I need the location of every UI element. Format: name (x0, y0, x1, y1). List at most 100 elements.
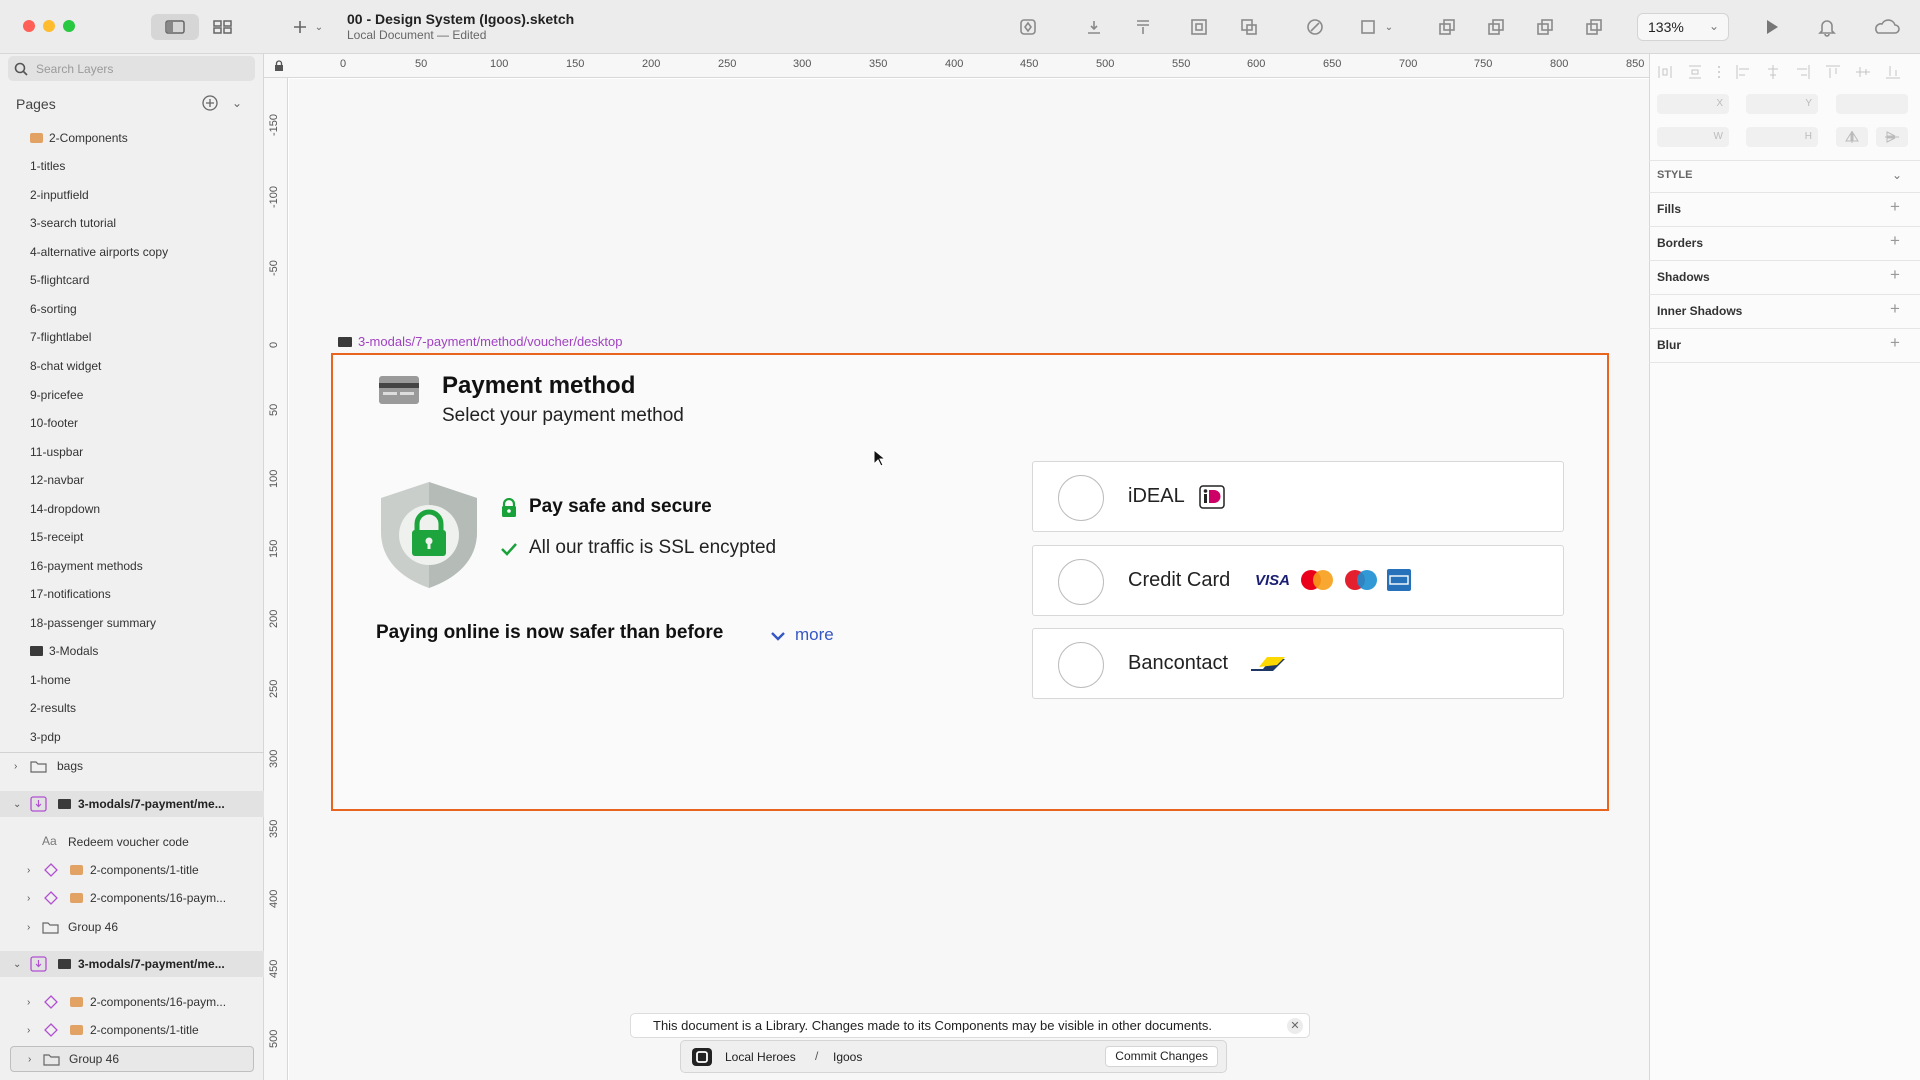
page-item[interactable]: 12-navbar (30, 470, 84, 490)
page-item[interactable]: 9-pricefee (30, 385, 83, 405)
chevron-down-icon[interactable]: ⌄ (13, 959, 21, 970)
radio-button[interactable] (1058, 475, 1104, 521)
subtract-button[interactable] (1483, 14, 1509, 40)
layer-row[interactable]: › 2-components/16-paym... (0, 885, 264, 911)
chevron-right-icon[interactable]: › (27, 997, 30, 1008)
align-top-icon[interactable] (1825, 64, 1841, 80)
add-shadow-icon[interactable]: + (1890, 265, 1900, 285)
close-window-button[interactable] (23, 20, 35, 32)
width-field[interactable]: W (1657, 127, 1729, 147)
radio-button[interactable] (1058, 559, 1104, 605)
rotation-field[interactable] (1836, 94, 1908, 114)
commit-changes-button[interactable]: Commit Changes (1105, 1046, 1218, 1067)
group-button[interactable] (1186, 14, 1212, 40)
inner-shadows-section[interactable]: Inner Shadows (1657, 304, 1742, 318)
page-item[interactable]: 3-search tutorial (30, 213, 116, 233)
page-item[interactable]: 16-payment methods (30, 556, 143, 576)
add-inner-shadow-icon[interactable]: + (1890, 299, 1900, 319)
more-options-icon[interactable] (1717, 64, 1721, 80)
sidebar-toggle-button[interactable] (151, 14, 199, 40)
project-name[interactable]: Igoos (833, 1050, 862, 1064)
add-blur-icon[interactable]: + (1890, 333, 1900, 353)
align-middle-icon[interactable] (1855, 64, 1871, 80)
layer-row[interactable]: ⌄ 3-modals/7-payment/me... (0, 951, 264, 977)
add-page-icon[interactable] (202, 95, 218, 111)
chevron-right-icon[interactable]: › (27, 893, 30, 904)
cloud-button[interactable] (1870, 14, 1902, 40)
layer-row[interactable]: › Group 46 (0, 914, 264, 940)
chevron-down-icon[interactable]: ⌄ (1892, 168, 1902, 182)
collapse-pages-icon[interactable]: ⌄ (232, 96, 242, 110)
page-item[interactable]: 14-dropdown (30, 499, 100, 519)
align-left-icon[interactable] (1735, 64, 1751, 80)
payment-option-ideal[interactable]: iDEAL (1032, 461, 1564, 532)
ungroup-button[interactable] (1236, 14, 1262, 40)
page-item[interactable]: 2-results (30, 698, 76, 718)
page-item[interactable]: 4-alternative airports copy (30, 242, 168, 262)
shadows-section[interactable]: Shadows (1657, 270, 1710, 284)
search-layers-input[interactable]: Search Layers (8, 56, 255, 81)
page-item[interactable]: 7-flightlabel (30, 327, 91, 347)
chevron-right-icon[interactable]: › (27, 922, 30, 933)
team-name[interactable]: Local Heroes (725, 1050, 796, 1064)
union-button[interactable] (1434, 14, 1460, 40)
transform-menu-button[interactable]: ⌄ (1382, 14, 1396, 40)
insert-button[interactable] (287, 14, 313, 40)
page-item[interactable]: 15-receipt (30, 527, 83, 547)
zoom-select[interactable]: 133% ⌄ (1637, 13, 1729, 41)
difference-button[interactable] (1581, 14, 1607, 40)
page-item[interactable]: 5-flightcard (30, 270, 89, 290)
payment-option-bancontact[interactable]: Bancontact (1032, 628, 1564, 699)
payment-option-credit-card[interactable]: Credit Card VISA (1032, 545, 1564, 616)
close-icon[interactable]: ✕ (1287, 1018, 1303, 1034)
radio-button[interactable] (1058, 642, 1104, 688)
insert-menu-button[interactable]: ⌄ (312, 14, 326, 40)
layer-row[interactable]: › bags (0, 753, 264, 779)
layer-row[interactable]: › 2-components/16-paym... (0, 989, 264, 1015)
more-link[interactable]: more (795, 625, 834, 645)
chevron-down-icon[interactable] (770, 629, 786, 644)
zoom-window-button[interactable] (63, 20, 75, 32)
align-bottom-icon[interactable] (1885, 64, 1901, 80)
chevron-right-icon[interactable]: › (27, 865, 30, 876)
page-item[interactable]: 3-pdp (30, 727, 61, 747)
transform-button[interactable] (1356, 14, 1382, 40)
blur-section[interactable]: Blur (1657, 338, 1681, 352)
artboard-label[interactable]: 3-modals/7-payment/method/voucher/deskto… (338, 334, 622, 349)
components-view-button[interactable] (199, 14, 247, 40)
intersect-button[interactable] (1532, 14, 1558, 40)
minimize-window-button[interactable] (43, 20, 55, 32)
page-item[interactable]: 18-passenger summary (30, 613, 156, 633)
align-right-icon[interactable] (1795, 64, 1811, 80)
flip-vertical-button[interactable] (1876, 127, 1908, 147)
preview-button[interactable] (1758, 14, 1784, 40)
page-item[interactable]: 10-footer (30, 413, 78, 433)
height-field[interactable]: H (1746, 127, 1818, 147)
borders-section[interactable]: Borders (1657, 236, 1703, 250)
x-position-field[interactable]: X (1657, 94, 1729, 114)
layer-row[interactable]: › 2-components/1-title (0, 857, 264, 883)
layer-row[interactable]: ⌄ 3-modals/7-payment/me... (0, 791, 264, 817)
page-item[interactable]: 6-sorting (30, 299, 77, 319)
distribute-vertical-icon[interactable] (1687, 64, 1703, 80)
layer-row[interactable]: › Group 46 (10, 1046, 254, 1072)
distribute-horizontal-icon[interactable] (1657, 64, 1673, 80)
page-item[interactable]: 8-chat widget (30, 356, 101, 376)
page-item[interactable]: 1-home (30, 670, 71, 690)
page-item[interactable]: 17-notifications (30, 584, 111, 604)
lock-icon[interactable] (274, 60, 284, 75)
align-center-icon[interactable] (1765, 64, 1781, 80)
backward-button[interactable] (1130, 14, 1156, 40)
page-item[interactable]: 3-Modals (30, 641, 98, 661)
chevron-down-icon[interactable]: ⌄ (13, 799, 21, 810)
chevron-right-icon[interactable]: › (28, 1054, 31, 1065)
notifications-button[interactable] (1814, 14, 1840, 40)
create-symbol-button[interactable] (1015, 14, 1041, 40)
flip-horizontal-button[interactable] (1836, 127, 1868, 147)
forward-button[interactable] (1081, 14, 1107, 40)
add-fill-icon[interactable]: + (1890, 197, 1900, 217)
page-item[interactable]: 2-inputfield (30, 185, 89, 205)
layer-row[interactable]: › 2-components/1-title (0, 1017, 264, 1043)
page-item[interactable]: 11-uspbar (30, 442, 83, 462)
page-item[interactable]: 2-Components (30, 128, 128, 148)
